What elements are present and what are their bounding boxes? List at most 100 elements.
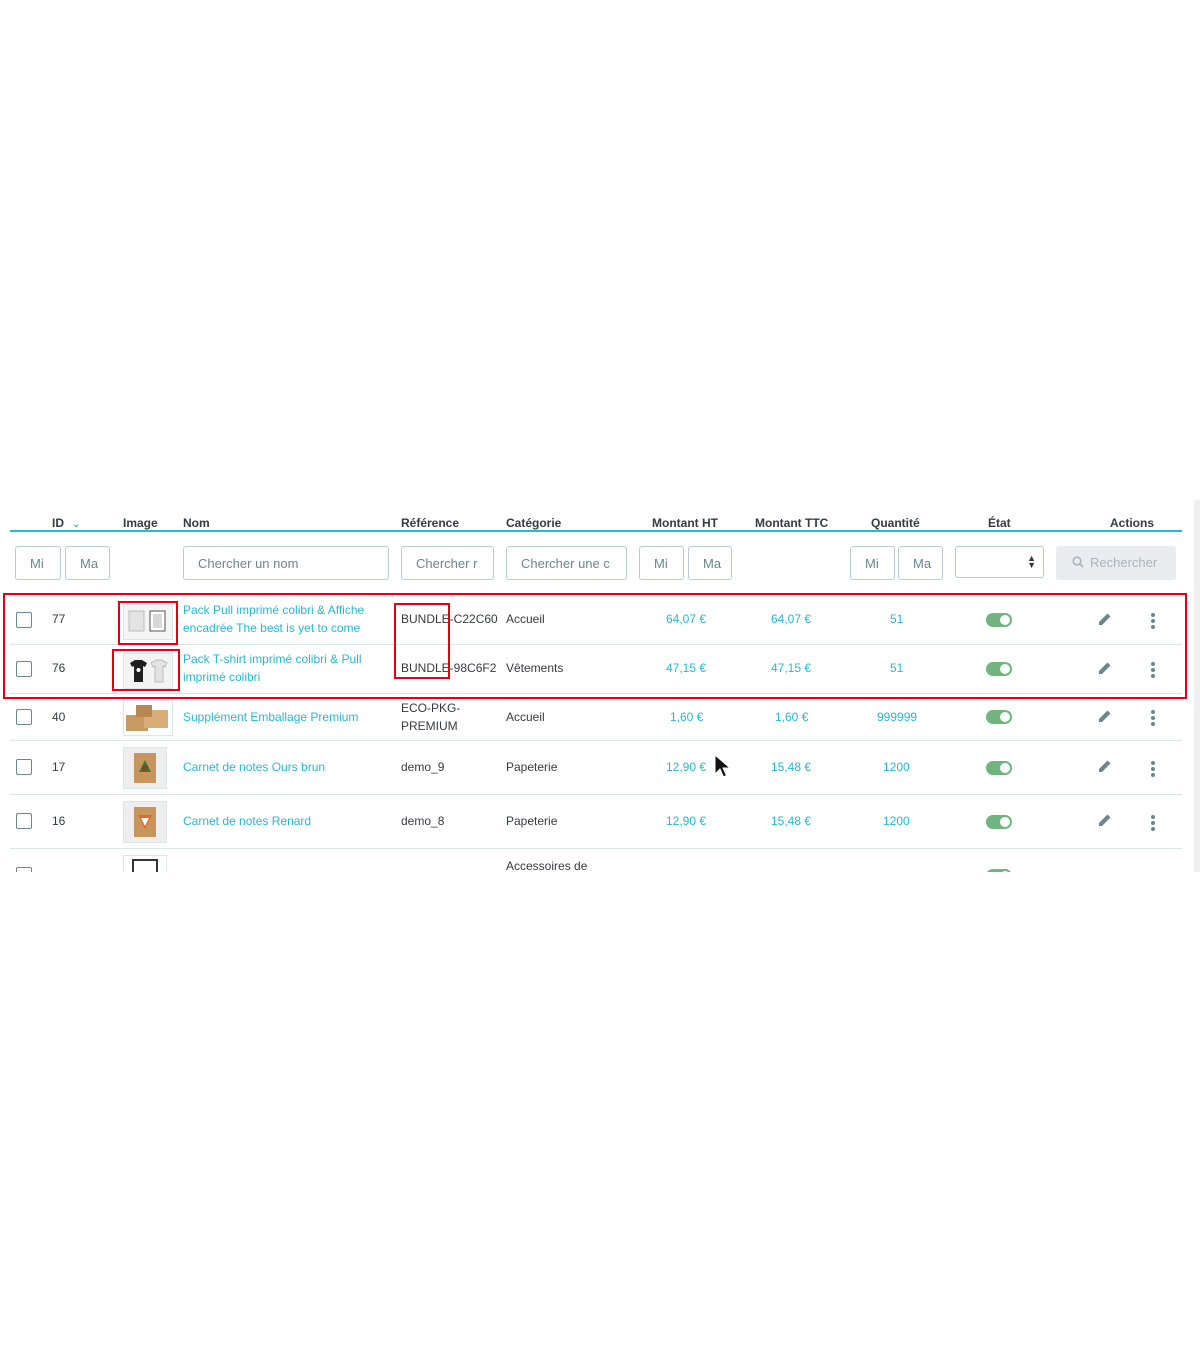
row-id: 16 [52,814,66,828]
more-vertical-icon[interactable] [1150,662,1156,678]
product-name-link[interactable]: Pack T-shirt imprimé colibri & Pull impr… [183,650,383,686]
status-toggle[interactable] [986,815,1012,829]
sort-desc-icon[interactable]: ⌄ [72,519,80,530]
product-name-link[interactable]: Carnet de notes Ours brun [183,758,325,776]
row-price-ttc[interactable]: 15,48 € [771,758,811,776]
header-name[interactable]: Nom [183,516,210,530]
status-toggle[interactable] [986,710,1012,724]
filter-id-max-input[interactable]: Ma [65,546,110,580]
filter-status-select[interactable]: ▲ ▼ [955,546,1044,578]
status-toggle[interactable] [986,869,1012,872]
row-quantity[interactable]: 1200 [883,758,910,776]
product-thumbnail[interactable] [123,700,173,736]
product-name-link[interactable]: Supplément Emballage Premium [183,708,358,726]
more-vertical-icon[interactable] [1150,613,1156,629]
product-name-link[interactable]: Pack Pull imprimé colibri & Affiche enca… [183,601,383,637]
pull-and-frame-thumbnail [128,610,166,632]
row-reference: ECO-PKG-PREMIUM [401,701,461,733]
table-row: 40 Supplément Emballage Premium ECO-PKG-… [10,694,1182,741]
product-thumbnail[interactable] [123,801,167,843]
filter-qty-min-input[interactable]: Mi [850,546,895,580]
row-checkbox[interactable] [16,759,32,775]
header-underline [10,530,1182,532]
row-price-ht[interactable]: 12,90 € [666,758,706,776]
header-actions: Actions [1110,516,1155,530]
filter-price-max-input[interactable]: Ma [688,546,732,580]
row-price-ttc[interactable]: 15,48 € [771,812,811,830]
header-id[interactable]: ID ⌄ [52,516,80,530]
row-quantity[interactable]: 51 [890,610,903,628]
row-price-ht[interactable]: 47,15 € [666,659,706,677]
row-id: 76 [52,661,66,675]
notebook-bear-thumbnail [134,753,156,783]
status-toggle[interactable] [986,761,1012,775]
header-category[interactable]: Catégorie [506,516,561,530]
edit-pencil-icon[interactable] [1098,661,1112,675]
row-price-ht[interactable]: 1,60 € [670,708,703,726]
more-vertical-icon[interactable] [1150,815,1156,831]
row-category: Accessoires de [506,859,588,872]
edit-pencil-icon[interactable] [1098,759,1112,773]
tshirt-and-pull-thumbnail [130,659,168,683]
filter-qty-max-input[interactable]: Ma [898,546,943,580]
row-id: 17 [52,760,66,774]
search-icon [1072,556,1084,568]
header-image: Image [123,516,158,530]
row-checkbox[interactable] [16,709,32,725]
row-reference: demo_9 [401,760,445,774]
more-vertical-icon[interactable] [1150,710,1156,726]
table-row: Accessoires de [10,849,1182,872]
header-quantity[interactable]: Quantité [871,516,920,530]
product-thumbnail[interactable] [123,653,173,689]
product-name-link[interactable]: Carnet de notes Renard [183,812,311,830]
row-quantity[interactable]: 51 [890,659,903,677]
row-category: Papeterie [506,814,558,828]
search-button-label: Rechercher [1090,555,1158,570]
row-price-ttc[interactable]: 47,15 € [771,659,811,677]
filter-category-input[interactable]: Chercher une c [506,546,627,580]
edit-pencil-icon[interactable] [1098,813,1112,827]
header-price-ht[interactable]: Montant HT [652,516,718,530]
product-thumbnail[interactable] [123,855,167,872]
products-table-panel: ID ⌄ Image Nom Référence Catégorie Montan… [0,500,1200,872]
row-reference: BUNDLE-98C6F2 [401,661,497,675]
row-id: 77 [52,612,66,626]
row-price-ht[interactable]: 64,07 € [666,610,706,628]
table-row: 17 Carnet de notes Ours brun demo_9 Pape… [10,741,1182,795]
cardboard-box-thumbnail [126,705,168,731]
mouse-cursor-icon [714,754,732,778]
status-toggle[interactable] [986,662,1012,676]
row-price-ht[interactable]: 12,90 € [666,812,706,830]
row-category: Papeterie [506,760,558,774]
row-id: 40 [52,710,66,724]
header-status[interactable]: État [988,516,1011,530]
row-checkbox[interactable] [16,612,32,628]
row-category: Vêtements [506,661,564,675]
row-checkbox[interactable] [16,867,32,872]
row-quantity[interactable]: 999999 [877,708,917,726]
table-row: 76 Pack T-shirt imprimé colibri & Pull i… [10,645,1182,694]
row-price-ttc[interactable]: 64,07 € [771,610,811,628]
header-price-ttc[interactable]: Montant TTC [755,516,828,530]
filter-name-input[interactable]: Chercher un nom [183,546,389,580]
filter-id-min-input[interactable]: Mi [15,546,61,580]
filter-price-min-input[interactable]: Mi [639,546,684,580]
search-button[interactable]: Rechercher [1056,546,1176,580]
product-thumbnail[interactable] [123,747,167,789]
row-checkbox[interactable] [16,661,32,677]
edit-pencil-icon[interactable] [1098,612,1112,626]
filter-reference-input[interactable]: Chercher r [401,546,494,580]
row-category: Accueil [506,612,545,626]
table-row: 16 Carnet de notes Renard demo_8 Papeter… [10,795,1182,849]
product-thumbnail[interactable] [123,604,173,640]
status-toggle[interactable] [986,613,1012,627]
header-reference[interactable]: Référence [401,516,459,530]
edit-pencil-icon[interactable] [1098,709,1112,723]
row-reference: BUNDLE-C22C60 [401,612,498,626]
row-price-ttc[interactable]: 1,60 € [775,708,808,726]
row-reference: demo_8 [401,814,445,828]
vertical-scrollbar[interactable] [1194,500,1200,872]
row-quantity[interactable]: 1200 [883,812,910,830]
row-checkbox[interactable] [16,813,32,829]
more-vertical-icon[interactable] [1150,761,1156,777]
